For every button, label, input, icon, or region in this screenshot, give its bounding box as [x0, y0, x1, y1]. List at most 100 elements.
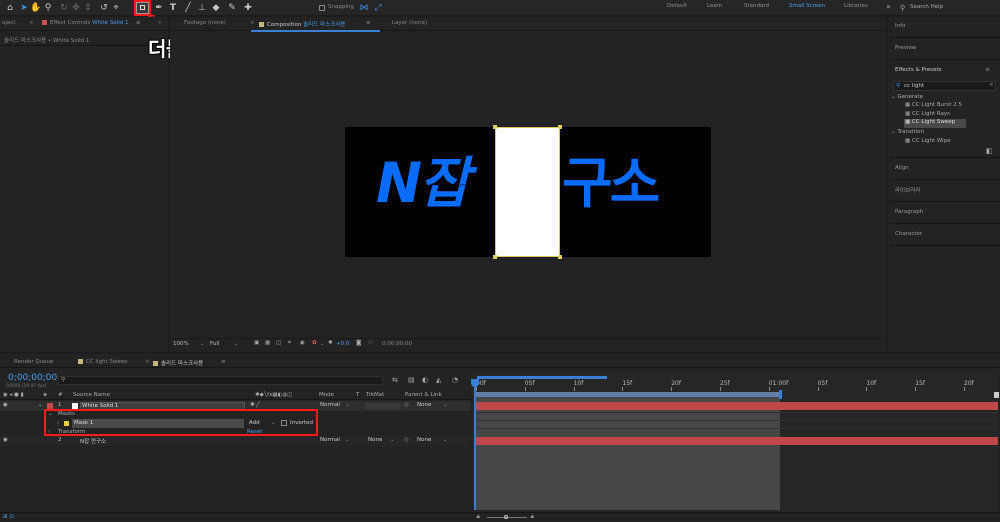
zoom-select[interactable]: 100%	[173, 341, 189, 347]
effects-search-input[interactable]: ⚲ cc light ×	[893, 81, 996, 91]
tab-effect-controls[interactable]: Effect Controls White Solid 1	[42, 20, 128, 26]
color-channels-icon[interactable]: ✿	[312, 340, 317, 346]
handle-top-right[interactable]	[558, 125, 562, 129]
panel-menu-icon[interactable]: ≡	[221, 359, 226, 365]
effect-item[interactable]: ▦ CC Light Burst 2.5	[905, 102, 962, 108]
home-icon[interactable]: ⌂	[4, 2, 16, 14]
panel-overflow-icon[interactable]: »	[158, 20, 161, 26]
shy-icon[interactable]: ◐	[422, 376, 428, 384]
panel-align[interactable]: Align	[895, 165, 909, 171]
switch-icons[interactable]: ✱ ╱	[250, 402, 260, 408]
pen-tool-icon[interactable]: ✒	[153, 2, 165, 14]
panel-preview[interactable]: Preview	[895, 45, 916, 51]
panel-info[interactable]: Info	[895, 23, 905, 29]
exposure-icon[interactable]: ✱	[328, 340, 333, 346]
handle-bottom-left[interactable]	[493, 255, 497, 259]
panel-effects-presets[interactable]: Effects & Presets	[895, 67, 942, 73]
panel-library[interactable]: 라이브러리	[895, 186, 920, 194]
search-help-field[interactable]: Search Help	[910, 4, 943, 10]
motion-blur-icon[interactable]: ◔	[452, 376, 458, 384]
tab-layer[interactable]: Layer (none)	[392, 20, 427, 26]
workspace-overflow[interactable]: »	[886, 2, 891, 11]
resolution-select[interactable]: Full	[210, 341, 219, 347]
tab-cc-light-sweep[interactable]: CC light Sweep	[78, 359, 128, 365]
workspace-learn[interactable]: Learn	[707, 3, 722, 9]
work-area-end-handle[interactable]	[779, 390, 782, 399]
workspace-small-screen[interactable]: Small Screen	[789, 3, 825, 9]
group-transition[interactable]: ⌄ Transition	[891, 129, 924, 135]
clone-stamp-icon[interactable]: ⊥	[196, 2, 208, 14]
hand-tool-icon[interactable]: ✋	[30, 2, 42, 14]
handle-top-left[interactable]	[493, 125, 497, 129]
viewer-timecode[interactable]: 0;00;00;00	[382, 341, 412, 347]
effect-item[interactable]: ▦ CC Light Wipe	[905, 138, 951, 144]
zoom-in-icon[interactable]: ⛰	[530, 514, 535, 521]
tab-composition[interactable]: Composition 솔리드 마스크사용	[259, 20, 345, 28]
search-icon[interactable]: ⚲	[900, 4, 905, 12]
roto-brush-icon[interactable]: ✎	[226, 2, 238, 14]
close-icon[interactable]: ×	[145, 359, 150, 365]
panel-menu-icon[interactable]: ≡	[136, 20, 141, 26]
panel-character[interactable]: Character	[895, 231, 922, 237]
type-tool-icon[interactable]: T	[167, 2, 179, 14]
layer-bar[interactable]	[474, 437, 998, 445]
layer-row[interactable]: ◉ 2 N잡 연구소 Normal ⌄ None ⌄ ◎ None ⌄	[0, 436, 470, 446]
new-bin-icon[interactable]: ◧	[986, 147, 993, 155]
workspace-standard[interactable]: Standard	[744, 3, 769, 9]
region-icon[interactable]: ▣	[254, 340, 259, 346]
show-snapshot-icon[interactable]: ⚇	[368, 340, 373, 346]
zoom-slider-thumb[interactable]	[504, 515, 508, 519]
layer-name-text[interactable]: N잡 연구소	[80, 437, 106, 445]
clear-icon[interactable]: ×	[989, 82, 994, 88]
group-generate[interactable]: ⌄ Generate	[891, 94, 923, 100]
zoom-out-icon[interactable]: ⛰	[476, 514, 481, 521]
tab-render-queue[interactable]: Render Queue	[14, 359, 53, 365]
eraser-icon[interactable]: ◆	[210, 2, 222, 14]
playhead[interactable]	[474, 380, 476, 510]
layer-mode[interactable]: Normal	[320, 402, 340, 408]
panel-menu-icon[interactable]: ≡	[985, 66, 990, 73]
draft-3d-icon[interactable]: ▤	[408, 376, 415, 384]
tab-solid-mask[interactable]: 솔리드 마스크사용	[153, 359, 203, 367]
close-icon[interactable]: ×	[250, 20, 255, 26]
workspace-default[interactable]: Default	[667, 3, 687, 9]
exposure-value[interactable]: +0.0	[336, 341, 349, 347]
puppet-pin-icon[interactable]: ✚	[242, 2, 254, 14]
pickwhip-icon[interactable]: ◎	[404, 437, 409, 443]
layer-parent[interactable]: None	[417, 437, 431, 443]
layer-trkmat[interactable]: None	[368, 437, 382, 443]
selection-tool-icon[interactable]: ➤	[18, 2, 30, 14]
pickwhip-icon[interactable]: ◎	[404, 402, 409, 408]
camera-icon[interactable]: ◙	[356, 340, 361, 346]
layer-parent[interactable]: None	[417, 402, 431, 408]
eye-icon[interactable]: ◉	[3, 437, 8, 443]
orbit-tool-icon[interactable]: ↻	[58, 2, 70, 14]
close-icon[interactable]: ×	[29, 20, 34, 26]
snapping-checkbox[interactable]	[319, 5, 325, 11]
layer-mode[interactable]: Normal	[320, 437, 340, 443]
brush-tool-icon[interactable]: ╱	[182, 2, 194, 14]
zoom-tool-icon[interactable]: ⚲	[42, 2, 54, 14]
workspace-libraries[interactable]: Libraries	[844, 3, 868, 9]
layer-bar[interactable]	[474, 402, 998, 410]
tab-project[interactable]: oject	[2, 20, 15, 26]
comp-mini-flowchart-icon[interactable]: ⇆	[392, 376, 398, 384]
panel-menu-icon[interactable]: ≡	[366, 20, 371, 26]
time-ruler[interactable]: 00f 05f 10f 15f 20f 25f 01:00f 05f 10f 15f 20f	[472, 379, 998, 391]
timeline-search-input[interactable]: ⚲	[58, 376, 383, 385]
current-time[interactable]: 0;00;00;00	[8, 373, 57, 383]
anchor-tool-icon[interactable]: ⌖	[110, 2, 122, 14]
mask-visibility-icon[interactable]: ◫	[276, 340, 281, 346]
trkmat-select[interactable]	[365, 403, 401, 409]
frame-blending-icon[interactable]: ◭	[436, 376, 441, 384]
snap-icon[interactable]: ⋈	[358, 2, 370, 14]
dolly-tool-icon[interactable]: ↕	[82, 2, 94, 14]
channel-icon[interactable]: ◉	[300, 340, 305, 346]
eye-icon[interactable]: ◉	[3, 402, 8, 408]
playhead-handle[interactable]	[471, 379, 479, 387]
panel-paragraph[interactable]: Paragraph	[895, 209, 923, 215]
chevron-down-icon[interactable]: ⌄	[38, 402, 43, 408]
pan-tool-icon[interactable]: ✥	[70, 2, 82, 14]
toggle-switches-icon[interactable]: ⊞ ⊡	[3, 514, 14, 520]
expand-icon[interactable]: ⤢	[372, 2, 384, 14]
